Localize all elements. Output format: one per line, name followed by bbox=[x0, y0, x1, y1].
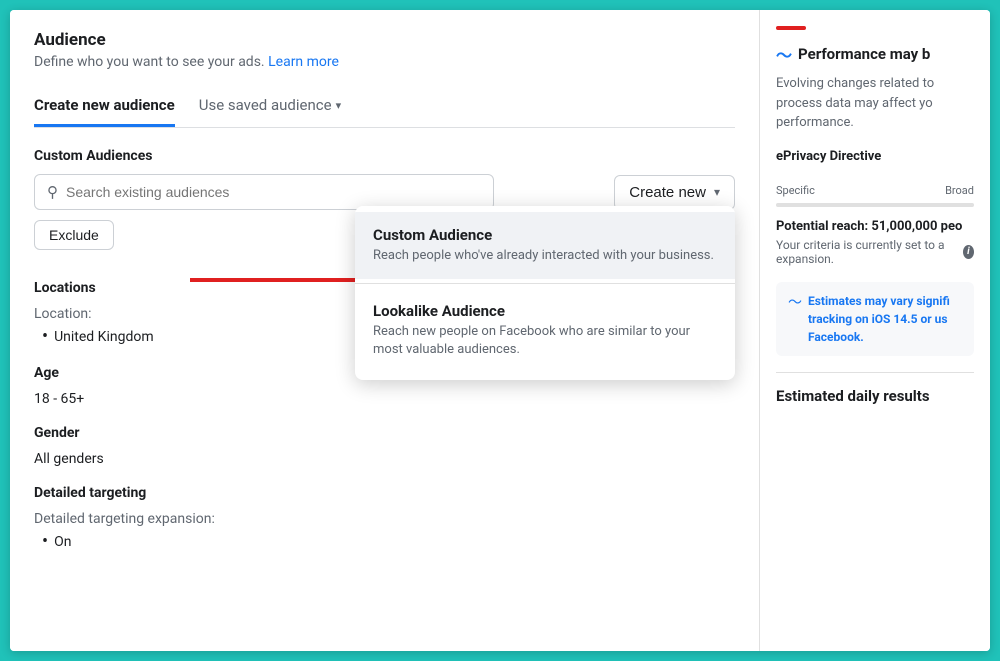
detailed-targeting-section: Detailed targeting Detailed targeting ex… bbox=[34, 485, 735, 552]
custom-audience-title: Custom Audience bbox=[373, 226, 717, 244]
lookalike-audience-title: Lookalike Audience bbox=[373, 302, 717, 320]
create-new-chevron-icon: ▾ bbox=[714, 185, 720, 199]
dropdown-menu: Custom Audience Reach people who've alre… bbox=[355, 206, 735, 380]
detailed-targeting-label: Detailed targeting bbox=[34, 485, 735, 501]
tabs-container: Create new audience Use saved audience ▾ bbox=[34, 86, 735, 128]
dropdown-item-lookalike-audience[interactable]: Lookalike Audience Reach new people on F… bbox=[355, 288, 735, 373]
estimates-box: 〜 Estimates may vary signifi tracking on… bbox=[776, 282, 974, 356]
estimates-text: Estimates may vary signifi tracking on i… bbox=[808, 292, 962, 346]
tab-create-new[interactable]: Create new audience bbox=[34, 86, 175, 127]
audience-title: Audience bbox=[34, 30, 735, 50]
dropdown-item-custom-audience[interactable]: Custom Audience Reach people who've alre… bbox=[355, 212, 735, 279]
info-icon[interactable]: i bbox=[963, 245, 974, 259]
slider-specific-label: Specific bbox=[776, 184, 815, 197]
audience-size-slider[interactable] bbox=[776, 203, 974, 207]
targeting-expansion-value: On bbox=[34, 531, 735, 552]
potential-reach-label: Potential reach: 51,000,000 peo bbox=[776, 219, 974, 234]
eprivacy-label: ePrivacy Directive bbox=[776, 149, 974, 164]
learn-more-link[interactable]: Learn more bbox=[268, 54, 339, 70]
lookalike-audience-desc: Reach new people on Facebook who are sim… bbox=[373, 323, 717, 359]
daily-results-label: Estimated daily results bbox=[776, 372, 974, 405]
reach-description: Your criteria is currently set to a expa… bbox=[776, 238, 974, 266]
gender-section: Gender All genders bbox=[34, 425, 735, 467]
search-icon: ⚲ bbox=[47, 183, 58, 201]
slider-broad-label: Broad bbox=[945, 184, 974, 197]
performance-title: 〜 Performance may b bbox=[776, 42, 974, 66]
audience-header: Audience Define who you want to see your… bbox=[34, 30, 735, 70]
gender-value: All genders bbox=[34, 451, 735, 467]
custom-audiences-row: Custom Audiences ⚲ Create new ▾ bbox=[34, 148, 735, 210]
slider-labels: Specific Broad bbox=[776, 184, 974, 197]
dropdown-divider bbox=[355, 283, 735, 284]
search-input[interactable] bbox=[66, 184, 481, 200]
age-value: 18 - 65+ bbox=[34, 391, 735, 407]
audience-subtitle: Define who you want to see your ads. Lea… bbox=[34, 54, 735, 70]
performance-icon: 〜 bbox=[776, 42, 792, 66]
estimates-icon: 〜 bbox=[788, 293, 802, 314]
performance-text: Evolving changes related to process data… bbox=[776, 74, 974, 133]
gender-label: Gender bbox=[34, 425, 735, 441]
create-new-button[interactable]: Create new ▾ bbox=[614, 175, 735, 210]
search-box[interactable]: ⚲ bbox=[34, 174, 494, 210]
right-panel: 〜 Performance may b Evolving changes rel… bbox=[760, 10, 990, 651]
saved-audience-chevron-icon: ▾ bbox=[336, 99, 342, 112]
custom-audiences-label: Custom Audiences ⚲ bbox=[34, 148, 494, 210]
red-top-bar bbox=[776, 26, 806, 30]
left-panel: Audience Define who you want to see your… bbox=[10, 10, 760, 651]
targeting-expansion-label: Detailed targeting expansion: bbox=[34, 511, 735, 527]
custom-audience-desc: Reach people who've already interacted w… bbox=[373, 247, 717, 265]
screenshot-container: Audience Define who you want to see your… bbox=[10, 10, 990, 651]
exclude-button[interactable]: Exclude bbox=[34, 220, 114, 250]
tab-saved-audience[interactable]: Use saved audience ▾ bbox=[199, 86, 341, 127]
